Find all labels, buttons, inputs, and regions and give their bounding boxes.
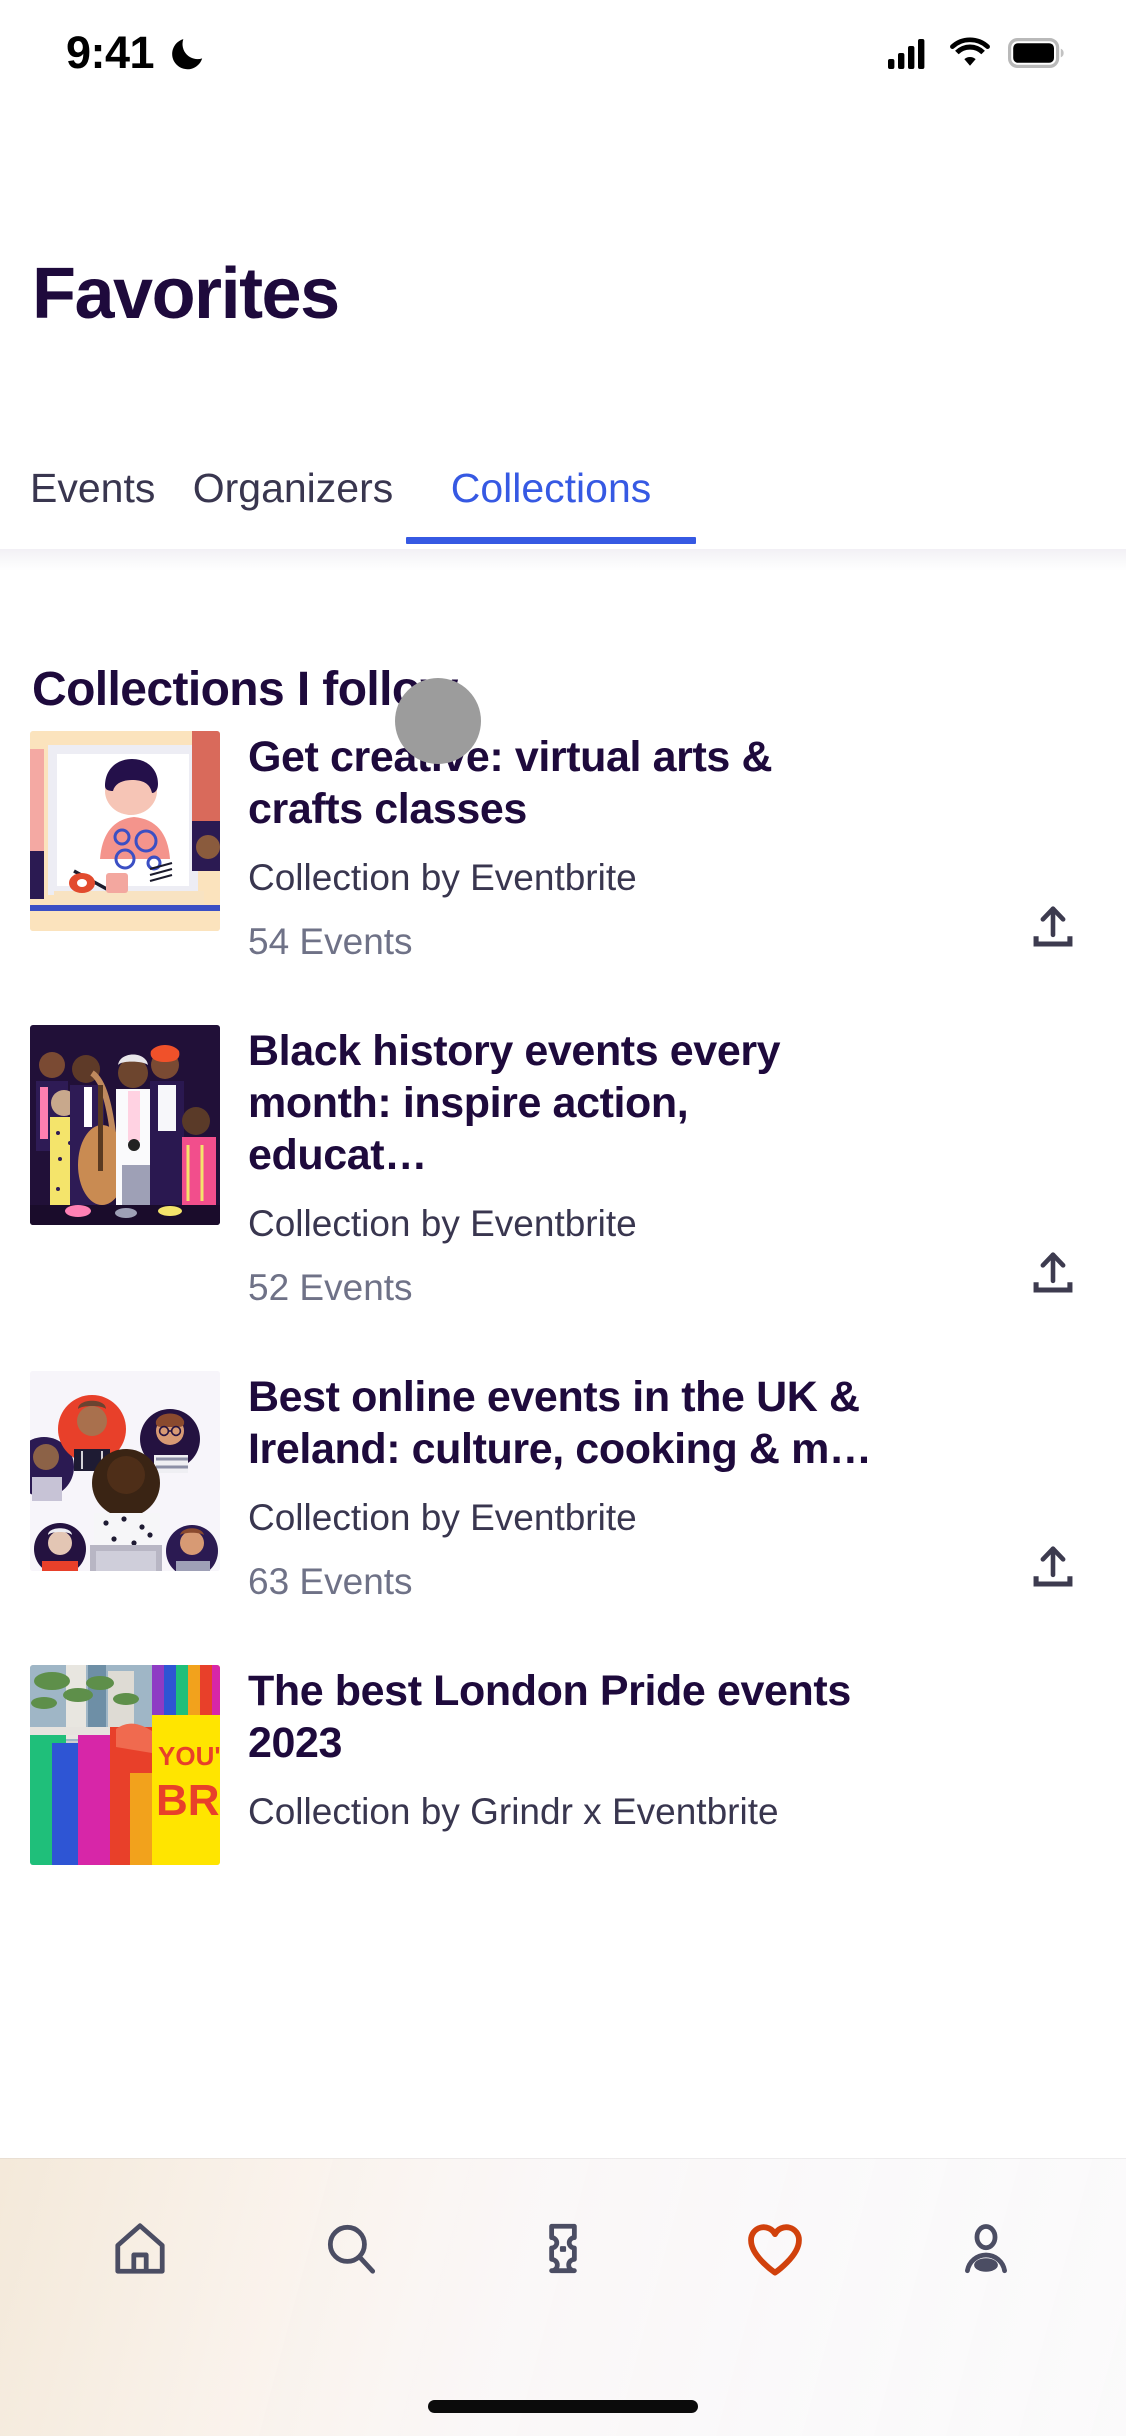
touch-cursor-indicator — [395, 678, 481, 764]
collection-info: Best online events in the UK & Ireland: … — [248, 1371, 1126, 1603]
nav-item-profile[interactable] — [923, 2203, 1049, 2295]
collection-event-count: 63 Events — [248, 1561, 413, 1603]
collections-scroll-area[interactable]: Collections I follow Get creative: virtu… — [0, 549, 1126, 2159]
ticket-icon — [549, 2223, 577, 2274]
heart-icon — [747, 2224, 802, 2276]
arts-crafts-illustration — [30, 731, 220, 931]
person-icon — [965, 2224, 1008, 2274]
collection-thumbnail[interactable] — [30, 1025, 220, 1226]
collection-info: Get creative: virtual arts & crafts clas… — [248, 731, 1126, 963]
collection-thumbnail[interactable] — [30, 731, 220, 931]
collection-byline: Collection by Eventbrite — [248, 857, 637, 899]
wifi-icon — [950, 36, 990, 66]
online-events-illustration — [30, 1371, 220, 1572]
page-title: Favorites — [32, 254, 340, 334]
collection-thumbnail[interactable] — [30, 1371, 220, 1572]
cellular-signal-icon — [888, 38, 925, 69]
collection-info: The best London Pride events 2023 Collec… — [248, 1665, 1126, 1865]
collection-list-item[interactable]: YOU'VE BRU The best London Pride events … — [0, 1665, 1126, 1866]
collection-title: The best London Pride events 2023 — [248, 1667, 851, 1768]
battery-icon — [1008, 37, 1064, 68]
home-indicator — [428, 2400, 698, 2413]
collection-list-item[interactable]: Get creative: virtual arts & crafts clas… — [0, 731, 1126, 963]
status-bar-left: 9:41 — [66, 27, 208, 79]
collection-byline: Collection by Grindr x Eventbrite — [248, 1791, 779, 1833]
collection-byline: Collection by Eventbrite — [248, 1203, 637, 1245]
svg-text:YOU'VE: YOU'VE — [158, 1741, 220, 1771]
bottom-navigation-bar — [0, 2158, 1126, 2436]
status-bar-right — [888, 36, 1064, 69]
collection-thumbnail[interactable]: YOU'VE BRU — [30, 1665, 220, 1866]
collection-event-count: 52 Events — [248, 1267, 413, 1309]
status-bar-clock: 9:41 — [66, 26, 155, 78]
collection-title: Black history events every month: inspir… — [248, 1027, 781, 1180]
london-pride-photo: YOU'VE BRU — [30, 1665, 220, 1866]
search-icon — [328, 2224, 376, 2274]
share-icon[interactable] — [1024, 1247, 1082, 1305]
black-history-illustration — [30, 1025, 220, 1226]
collection-event-count: 54 Events — [248, 921, 413, 963]
section-title: Collections I follow — [32, 663, 458, 716]
favorites-tab-bar: Events Organizers Collections — [0, 420, 1126, 548]
nav-item-tickets[interactable] — [500, 2203, 626, 2295]
moon-icon — [172, 38, 203, 69]
bottom-nav-items — [0, 2159, 1126, 2295]
tab-organizers[interactable]: Organizers — [180, 420, 406, 512]
collection-byline: Collection by Eventbrite — [248, 1497, 637, 1539]
collection-title: Best online events in the UK & Ireland: … — [248, 1373, 872, 1474]
collection-list-item[interactable]: Black history events every month: inspir… — [0, 1025, 1126, 1309]
nav-item-favorites[interactable] — [712, 2203, 838, 2295]
tab-collections[interactable]: Collections — [406, 420, 696, 544]
collection-title: Get creative: virtual arts & crafts clas… — [248, 733, 773, 834]
collection-list-item[interactable]: Best online events in the UK & Ireland: … — [0, 1371, 1126, 1603]
svg-text:BRU: BRU — [156, 1776, 220, 1825]
nav-item-search[interactable] — [288, 2203, 414, 2295]
share-icon[interactable] — [1024, 1541, 1082, 1599]
collection-info: Black history events every month: inspir… — [248, 1025, 1126, 1309]
tab-events[interactable]: Events — [30, 420, 180, 512]
home-icon — [115, 2223, 165, 2274]
share-icon[interactable] — [1024, 901, 1082, 959]
nav-item-home[interactable] — [77, 2203, 203, 2295]
status-bar: 9:41 — [0, 0, 1126, 105]
collections-list: Get creative: virtual arts & crafts clas… — [0, 731, 1126, 1927]
